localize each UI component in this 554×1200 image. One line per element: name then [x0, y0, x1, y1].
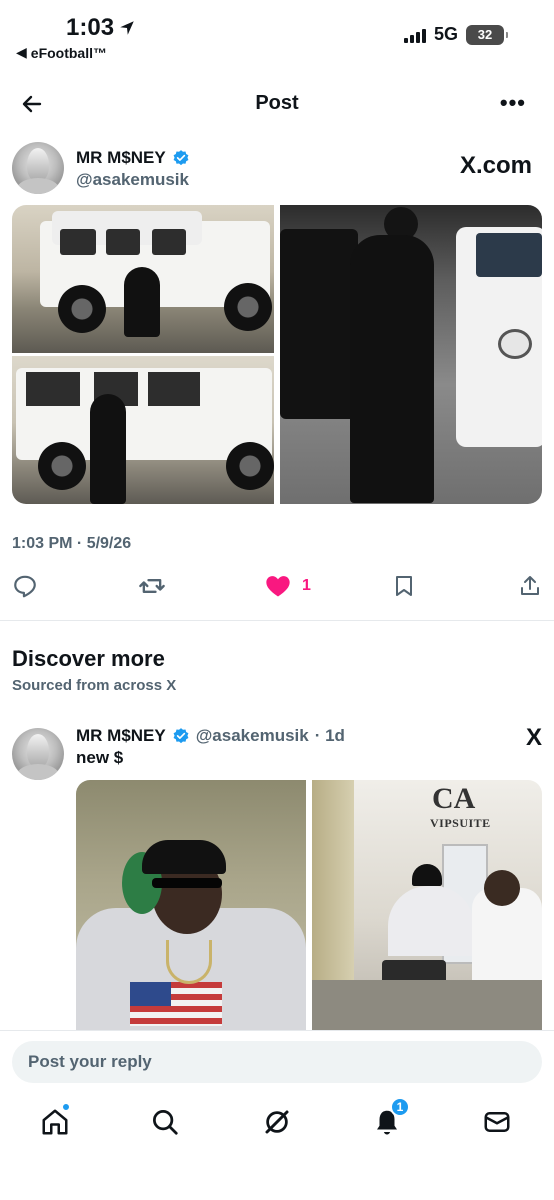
post-timestamp[interactable]: 1:03 PM · 5/9/26: [12, 535, 131, 553]
status-indicators: 5G 32: [403, 24, 508, 45]
verified-badge-icon: [173, 150, 189, 166]
post-photo-1[interactable]: [12, 205, 274, 353]
like-count: 1: [302, 577, 311, 594]
envelope-icon: [484, 1112, 510, 1132]
post-media-grid: [12, 205, 542, 504]
discover-photo-2[interactable]: CA VIPSUITE: [312, 780, 542, 1030]
bookmark-icon: [396, 576, 412, 596]
battery-level: 32: [477, 27, 493, 42]
bookmark-button[interactable]: [392, 572, 416, 600]
location-arrow-icon: [120, 21, 134, 35]
notifications-badge: 1: [390, 1097, 410, 1117]
discover-post-media: CA VIPSUITE: [76, 780, 542, 1030]
battery-icon: 32: [466, 24, 508, 45]
grok-icon: [265, 1110, 289, 1134]
post-photo-3[interactable]: [280, 205, 542, 504]
reply-button[interactable]: [12, 572, 38, 600]
divider: [0, 620, 554, 621]
photo-logo-sub: VIPSUITE: [430, 816, 491, 830]
repost-button[interactable]: [138, 572, 166, 600]
verified-badge-icon: [173, 728, 189, 744]
nav-header: Post •••: [0, 82, 554, 126]
tab-messages[interactable]: [482, 1107, 514, 1139]
author-name-label: MR M$NEY: [76, 148, 166, 167]
home-new-dot: [62, 1103, 70, 1111]
heart-filled-icon: [266, 576, 290, 597]
bottom-tab-bar: 1: [0, 1097, 554, 1145]
status-bar: 1:03 ◀ eFootball™ 5G 32: [0, 0, 554, 70]
tab-grok[interactable]: [262, 1107, 294, 1139]
post-photo-2[interactable]: [12, 356, 274, 504]
source-label: X.com: [459, 152, 532, 179]
page-title: Post: [255, 92, 299, 114]
back-to-app-link[interactable]: ◀ eFootball™: [16, 44, 107, 61]
more-options-button[interactable]: •••: [500, 90, 526, 116]
cellular-signal-icon: [403, 27, 426, 43]
author-handle[interactable]: @asakemusik: [196, 726, 309, 746]
network-type: 5G: [433, 24, 458, 44]
discover-subtitle: Sourced from across X: [12, 677, 177, 694]
share-icon: [521, 576, 539, 595]
reply-icon: [14, 575, 36, 598]
post-age: · 1d: [314, 726, 345, 745]
reply-input[interactable]: [12, 1041, 542, 1083]
photo-logo: CA: [432, 782, 476, 815]
avatar[interactable]: [12, 142, 64, 194]
like-button[interactable]: 1: [264, 572, 311, 600]
discover-post-header: MR M$NEY @asakemusik · 1d: [76, 726, 345, 746]
author-handle[interactable]: @asakemusik: [76, 170, 189, 190]
x-logo-icon: X: [525, 724, 542, 751]
author-name[interactable]: MR M$NEY: [76, 148, 190, 168]
status-time: 1:03: [66, 14, 136, 42]
back-app-label: eFootball™: [30, 44, 108, 61]
repost-icon: [139, 579, 165, 593]
tab-search[interactable]: [150, 1107, 182, 1139]
post-text: new $: [76, 748, 124, 767]
search-icon: [153, 1110, 178, 1135]
share-button[interactable]: [518, 572, 542, 600]
discover-title: Discover more: [12, 646, 165, 671]
back-triangle-icon: ◀: [16, 44, 27, 60]
post-action-bar: 1: [0, 568, 554, 604]
tab-home[interactable]: [40, 1103, 72, 1139]
time-label: 1:03: [66, 14, 115, 41]
post-author: MR M$NEY @asakemusik X.com: [12, 142, 542, 198]
avatar[interactable]: [12, 728, 64, 780]
home-icon: [42, 1109, 68, 1135]
discover-photo-1[interactable]: [76, 780, 306, 1030]
tab-notifications[interactable]: 1: [372, 1097, 410, 1139]
author-name[interactable]: MR M$NEY: [76, 726, 166, 746]
